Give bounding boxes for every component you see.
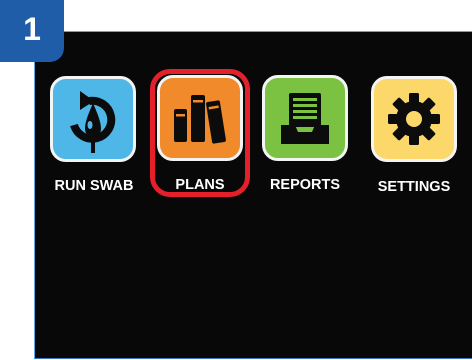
report-tray-icon	[265, 78, 345, 158]
plans-highlight-outline	[150, 69, 250, 197]
step-number-badge: 1	[0, 0, 64, 62]
settings-button[interactable]	[371, 76, 457, 162]
swab-icon	[53, 79, 133, 159]
gear-icon	[374, 79, 454, 159]
settings-label: SETTINGS	[377, 179, 451, 195]
run-swab-button[interactable]	[50, 76, 136, 162]
run-swab-label: RUN SWAB	[54, 178, 134, 194]
step-number: 1	[23, 11, 41, 47]
reports-button[interactable]	[262, 75, 348, 161]
reports-label: REPORTS	[269, 177, 341, 193]
